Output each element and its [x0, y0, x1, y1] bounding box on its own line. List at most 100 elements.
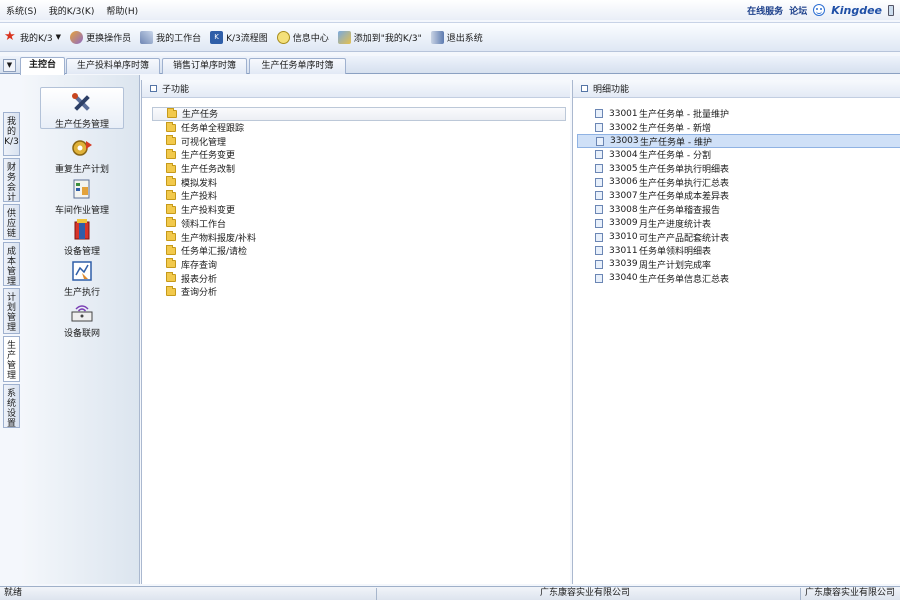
vtab-supply-chain[interactable]: 供应链 [3, 204, 20, 240]
folder-item[interactable]: 可视化管理 [152, 134, 566, 148]
detail-item[interactable]: 33004 生产任务单 - 分割 [577, 148, 900, 162]
vtab-finance[interactable]: 财务会计 [3, 158, 20, 203]
folder-item[interactable]: 查询分析 [152, 285, 566, 299]
detail-label: 生产任务单 - 新增 [639, 124, 711, 135]
my-workbench-button[interactable]: 我的工作台 [140, 30, 202, 44]
detail-label: 任务单领料明细表 [639, 247, 712, 258]
k3-flowchart-label: K/3流程图 [226, 33, 268, 44]
folder-icon [166, 217, 176, 228]
detail-item[interactable]: 33005 生产任务单执行明细表 [577, 162, 900, 176]
folder-item[interactable]: 生产物料报废/补料 [152, 230, 566, 244]
detail-item[interactable]: 33039 周生产计划完成率 [577, 258, 900, 272]
folder-item[interactable]: 库存查询 [152, 258, 566, 272]
vtab-planning[interactable]: 计划管理 [3, 288, 20, 334]
chevron-down-icon[interactable]: ▼ [56, 33, 61, 41]
detail-item[interactable]: 33007 生产任务单成本差异表 [577, 189, 900, 203]
detail-label: 生产任务单执行明细表 [639, 165, 730, 176]
folder-icon [166, 203, 176, 214]
tab-sales-order-list[interactable]: 销售订单序时簿 [162, 58, 247, 74]
document-icon [595, 273, 603, 283]
equipment-networking-button[interactable]: 设备联网 [40, 297, 124, 339]
detail-function-panel: 明细功能 33001 生产任务单 - 批量维护 33002 生产任务单 - 新增 330… [572, 80, 900, 584]
detail-item[interactable]: 33008 生产任务单稽查报告 [577, 203, 900, 217]
folder-icon [166, 189, 176, 200]
document-icon [596, 136, 604, 146]
tab-production-task-list[interactable]: 生产任务单序时簿 [249, 58, 346, 74]
folder-item[interactable]: 任务单全程跟踪 [152, 121, 566, 135]
detail-code: 33005 [609, 163, 638, 174]
online-service-link[interactable]: 在线服务 [747, 4, 783, 17]
detail-label: 周生产计划完成率 [639, 260, 712, 271]
tab-strip: ▼ 主控台 生产投料单序时簿 销售订单序时簿 生产任务单序时簿 [0, 56, 900, 75]
detail-function-title: 明细功能 [593, 85, 630, 95]
vtab-my-k3[interactable]: 我的K/3 [3, 112, 20, 156]
sub-function-title: 子功能 [162, 85, 190, 95]
equipment-mgmt-button[interactable]: 设备管理 [40, 215, 124, 257]
detail-label: 生产任务单信息汇总表 [639, 274, 730, 285]
add-to-my-k3-label: 添加到"我的K/3" [353, 33, 422, 44]
detail-code: 33011 [609, 245, 638, 256]
detail-label: 生产任务单稽查报告 [639, 206, 721, 217]
k3-icon: K [210, 30, 224, 44]
folder-label: 生产投料变更 [181, 206, 236, 217]
smile-icon[interactable] [813, 4, 826, 16]
detail-item[interactable]: 33006 生产任务单执行汇总表 [577, 175, 900, 189]
folder-item[interactable]: 生产投料 [152, 189, 566, 203]
change-operator-button[interactable]: 更换操作员 [70, 30, 132, 44]
folder-item[interactable]: 任务单汇报/请检 [152, 244, 566, 258]
users-icon [70, 30, 84, 44]
detail-item[interactable]: 33002 生产任务单 - 新增 [577, 121, 900, 135]
production-execution-button[interactable]: 生产执行 [40, 256, 124, 298]
document-icon [595, 246, 603, 256]
my-k3-button[interactable]: ★ 我的K/3 ▼ [4, 30, 61, 44]
folder-item[interactable]: 生产任务 [152, 107, 566, 121]
workshop-operations-button[interactable]: 车间作业管理 [40, 174, 124, 216]
vtab-production[interactable]: 生产管理 [3, 336, 20, 382]
detail-item[interactable]: 33010 可生产产品配套统计表 [577, 230, 900, 244]
folder-label: 查询分析 [181, 288, 218, 299]
toolbar: ★ 我的K/3 ▼ 更换操作员 我的工作台 K K/3流程图 信息中心 添加到"… [0, 22, 900, 52]
folder-item[interactable]: 领料工作台 [152, 217, 566, 231]
document-icon [595, 232, 603, 242]
folder-item[interactable]: 模拟发料 [152, 175, 566, 189]
tab-production-feed-list[interactable]: 生产投料单序时簿 [66, 58, 160, 74]
folder-item[interactable]: 生产任务改制 [152, 162, 566, 176]
my-workbench-label: 我的工作台 [156, 33, 202, 44]
detail-code: 33002 [609, 122, 638, 133]
tools-icon [72, 93, 90, 111]
folder-item[interactable]: 报表分析 [152, 271, 566, 285]
menu-help[interactable]: 帮助(H) [106, 4, 138, 17]
folder-item[interactable]: 生产任务变更 [152, 148, 566, 162]
detail-item[interactable]: 33011 任务单领料明细表 [577, 244, 900, 258]
phone-icon[interactable] [888, 4, 894, 16]
detail-item[interactable]: 33009 月生产进度统计表 [577, 217, 900, 231]
vtab-cost[interactable]: 成本管理 [3, 242, 20, 287]
change-operator-label: 更换操作员 [86, 33, 132, 44]
menu-system[interactable]: 系统(S) [6, 4, 37, 17]
document-icon [595, 218, 603, 228]
panel-bullet-icon [150, 85, 157, 92]
message-center-button[interactable]: 信息中心 [276, 30, 329, 44]
tab-list-dropdown-icon[interactable]: ▼ [3, 59, 16, 72]
detail-item[interactable]: 33003 生产任务单 - 维护 [577, 134, 900, 149]
folder-item[interactable]: 生产投料变更 [152, 203, 566, 217]
folder-icon [166, 258, 176, 269]
exit-system-button[interactable]: 退出系统 [430, 30, 483, 44]
detail-item[interactable]: 33040 生产任务单信息汇总表 [577, 271, 900, 285]
forum-link[interactable]: 论坛 [789, 4, 807, 17]
document-icon [595, 164, 603, 174]
status-company: 广东康容实业有限公司 [376, 588, 800, 600]
sub-function-list: 生产任务 任务单全程跟踪 可视化管理 生产任务变更 生产任务改制 模拟发料生产投料生产投料… [152, 107, 566, 299]
tab-main-console[interactable]: 主控台 [20, 57, 65, 75]
k3-flowchart-button[interactable]: K K/3流程图 [210, 30, 268, 44]
folder-label: 生产投料 [181, 192, 218, 203]
production-task-mgmt-button[interactable]: 生产任务管理 [40, 87, 124, 130]
document-icon [595, 150, 603, 160]
menu-my-k3[interactable]: 我的K/3(K) [49, 4, 95, 17]
repetitive-production-plan-button[interactable]: 重复生产计划 [40, 133, 124, 175]
detail-item[interactable]: 33001 生产任务单 - 批量维护 [577, 107, 900, 121]
add-to-my-k3-button[interactable]: 添加到"我的K/3" [337, 30, 422, 44]
message-icon [276, 30, 290, 44]
vtab-system-settings[interactable]: 系统设置 [3, 384, 20, 429]
detail-function-list: 33001 生产任务单 - 批量维护 33002 生产任务单 - 新增 33003 生产任… [577, 107, 900, 285]
